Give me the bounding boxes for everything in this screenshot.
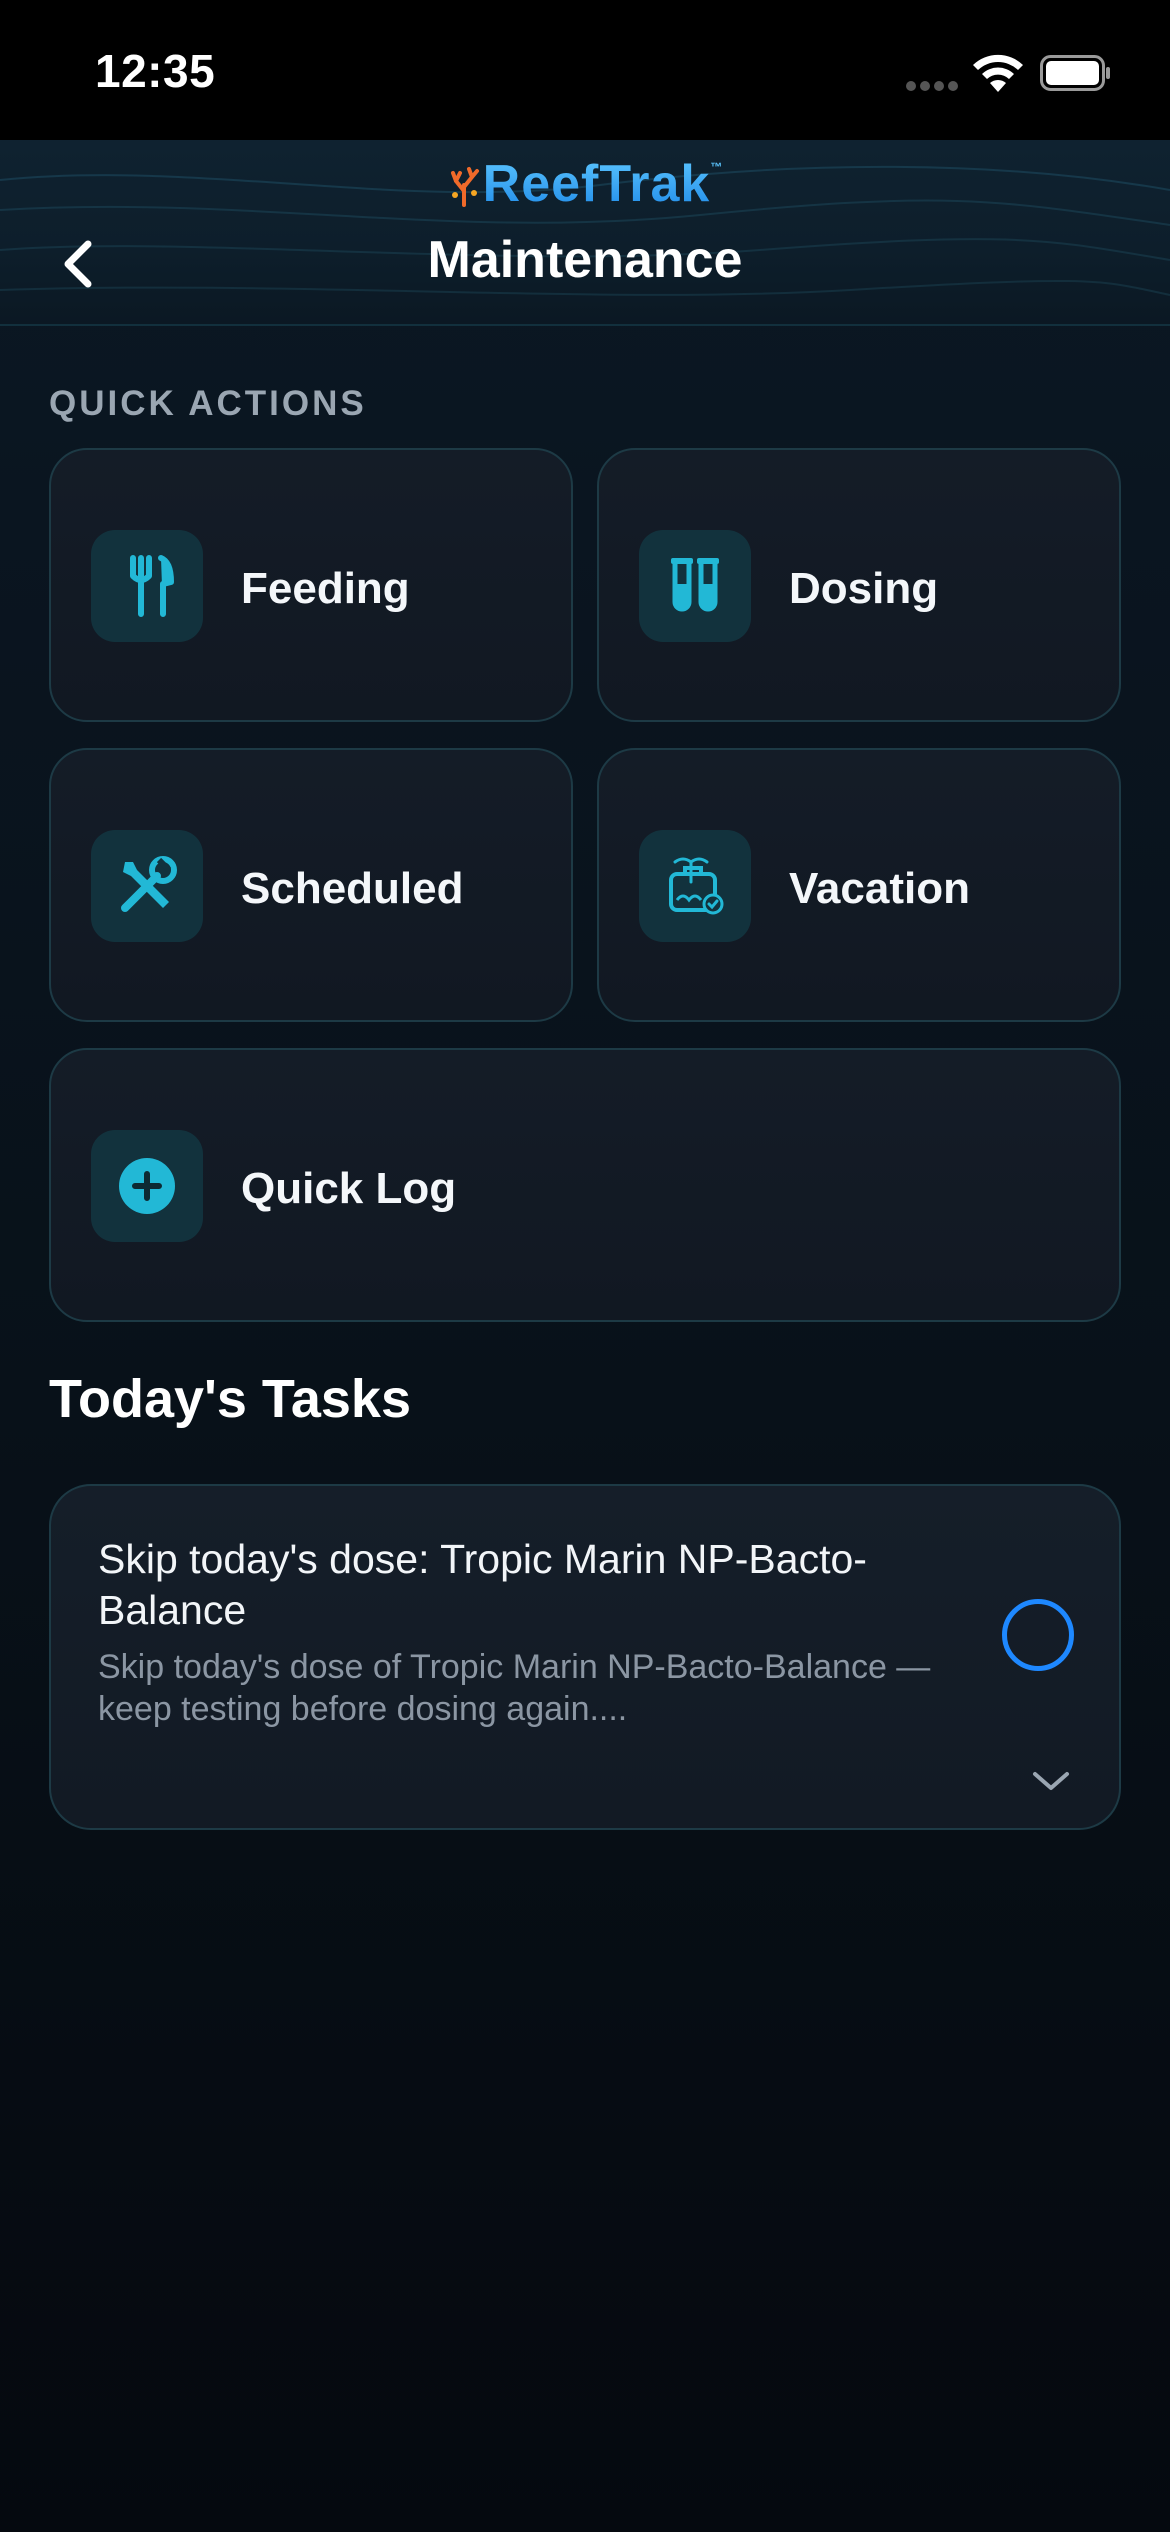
utensils-icon xyxy=(130,555,174,617)
maintenance-screen: 12:35 ReefTrak™ Maintenance QUICK ACTION… xyxy=(0,0,1170,2532)
quick-log-label: Quick Log xyxy=(241,1164,457,1213)
vacation-label: Vacation xyxy=(789,864,970,913)
wifi-icon xyxy=(973,54,1023,92)
vacation-action-card[interactable]: Vacation xyxy=(597,748,1121,1022)
coral-logo-icon xyxy=(450,167,479,207)
status-time: 12:35 xyxy=(95,45,216,97)
task-item[interactable]: Skip today's dose: Tropic Marin NP-Bacto… xyxy=(49,1484,1121,1830)
brand-trademark: ™ xyxy=(710,160,724,174)
scheduled-action-card[interactable]: Scheduled xyxy=(49,748,573,1022)
task-description: Skip today's dose of Tropic Marin NP-Bac… xyxy=(98,1648,931,1728)
quick-log-action-card[interactable]: Quick Log xyxy=(49,1048,1121,1322)
feeding-action-card[interactable]: Feeding xyxy=(49,448,573,722)
scheduled-icon-box xyxy=(91,830,203,942)
quick-actions-label: QUICK ACTIONS xyxy=(49,384,367,423)
tools-icon xyxy=(121,856,177,912)
vacation-icon xyxy=(669,857,724,915)
dosing-icon-box xyxy=(639,530,751,642)
task-complete-checkbox[interactable] xyxy=(1002,1599,1074,1671)
dosing-action-card[interactable]: Dosing xyxy=(597,448,1121,722)
todays-tasks-title: Today's Tasks xyxy=(49,1369,411,1429)
plus-circle-icon xyxy=(119,1158,175,1214)
nav-header: ReefTrak™ Maintenance xyxy=(0,140,1170,326)
page-title: Maintenance xyxy=(427,231,743,289)
feeding-label: Feeding xyxy=(241,564,410,613)
vacation-icon-box xyxy=(639,830,751,942)
task-title: Skip today's dose: Tropic Marin NP-Bacto… xyxy=(98,1536,867,1633)
test-tubes-icon xyxy=(671,558,719,612)
status-bar: 12:35 xyxy=(0,0,1170,140)
dosing-label: Dosing xyxy=(789,564,939,613)
feeding-icon-box xyxy=(91,530,203,642)
quick-log-icon-box xyxy=(91,1130,203,1242)
brand-logo: ReefTrak™ xyxy=(0,154,1170,214)
chevron-down-icon[interactable] xyxy=(1029,1766,1073,1796)
cellular-signal-icon xyxy=(906,81,958,91)
brand-name: ReefTrak xyxy=(482,155,711,213)
battery-icon xyxy=(1040,55,1110,91)
scheduled-label: Scheduled xyxy=(241,864,464,913)
